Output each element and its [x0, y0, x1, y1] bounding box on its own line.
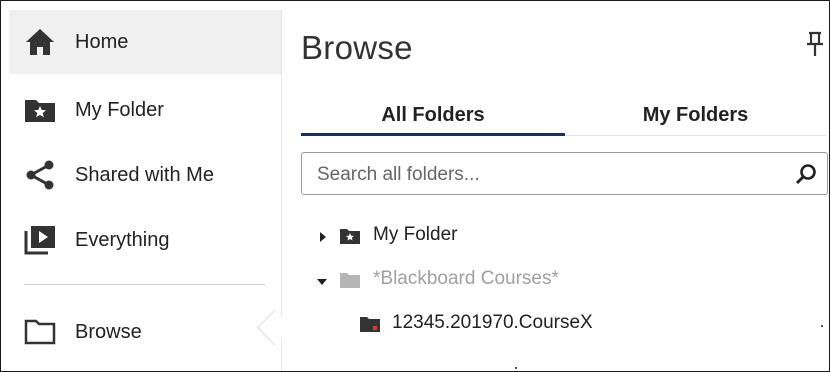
star-folder-icon: [24, 94, 56, 126]
tab-my-folders[interactable]: My Folders: [565, 95, 826, 135]
sidebar-item-everything[interactable]: Everything: [9, 208, 281, 272]
caret-right-icon[interactable]: [317, 230, 329, 242]
artifact-dot: [515, 367, 517, 369]
sidebar-divider: [24, 284, 265, 285]
star-folder-icon: [339, 227, 361, 245]
sidebar-item-browse[interactable]: Browse: [9, 300, 281, 364]
caret-down-icon[interactable]: [316, 275, 328, 287]
tree-item-course[interactable]: 12345.201970.CourseX: [357, 309, 657, 339]
sidebar-item-my-folder[interactable]: My Folder: [9, 78, 281, 142]
tree-item-label: My Folder: [373, 224, 458, 245]
tab-all-folders[interactable]: All Folders: [301, 95, 565, 135]
folder-tabs: All Folders My Folders: [301, 95, 826, 136]
sidebar-item-shared-with-me[interactable]: Shared with Me: [9, 143, 281, 207]
folder-outline-icon: [24, 316, 56, 348]
active-tab-indicator: [301, 133, 565, 136]
tree-item-label: *Blackboard Courses*: [373, 268, 559, 289]
browse-panel: Home My Folder Shared with Me Everything: [0, 0, 830, 372]
sidebar-item-label: Browse: [75, 320, 142, 343]
search-input[interactable]: [315, 153, 779, 196]
sidebar-item-label: My Folder: [75, 98, 164, 121]
course-folder-icon: [359, 315, 381, 333]
sidebar-item-label: Shared with Me: [75, 163, 214, 186]
tree-item-blackboard-courses[interactable]: *Blackboard Courses*: [313, 265, 613, 295]
sidebar-item-label: Everything: [75, 228, 170, 251]
artifact-dot: [821, 325, 823, 327]
search-box: [301, 152, 828, 196]
sidebar-item-label: Home: [75, 30, 129, 53]
page-title: Browse: [301, 29, 413, 66]
sidebar-item-home[interactable]: Home: [9, 10, 281, 74]
play-library-icon: [24, 224, 56, 256]
sidebar: Home My Folder Shared with Me Everything: [9, 10, 281, 371]
tree-item-my-folder[interactable]: My Folder: [313, 221, 613, 251]
pin-icon[interactable]: [804, 31, 826, 57]
share-icon: [24, 159, 56, 191]
search-icon[interactable]: [795, 163, 817, 185]
tree-item-label: 12345.201970.CourseX: [392, 312, 593, 333]
folder-icon: [339, 271, 361, 289]
home-icon: [24, 26, 56, 58]
